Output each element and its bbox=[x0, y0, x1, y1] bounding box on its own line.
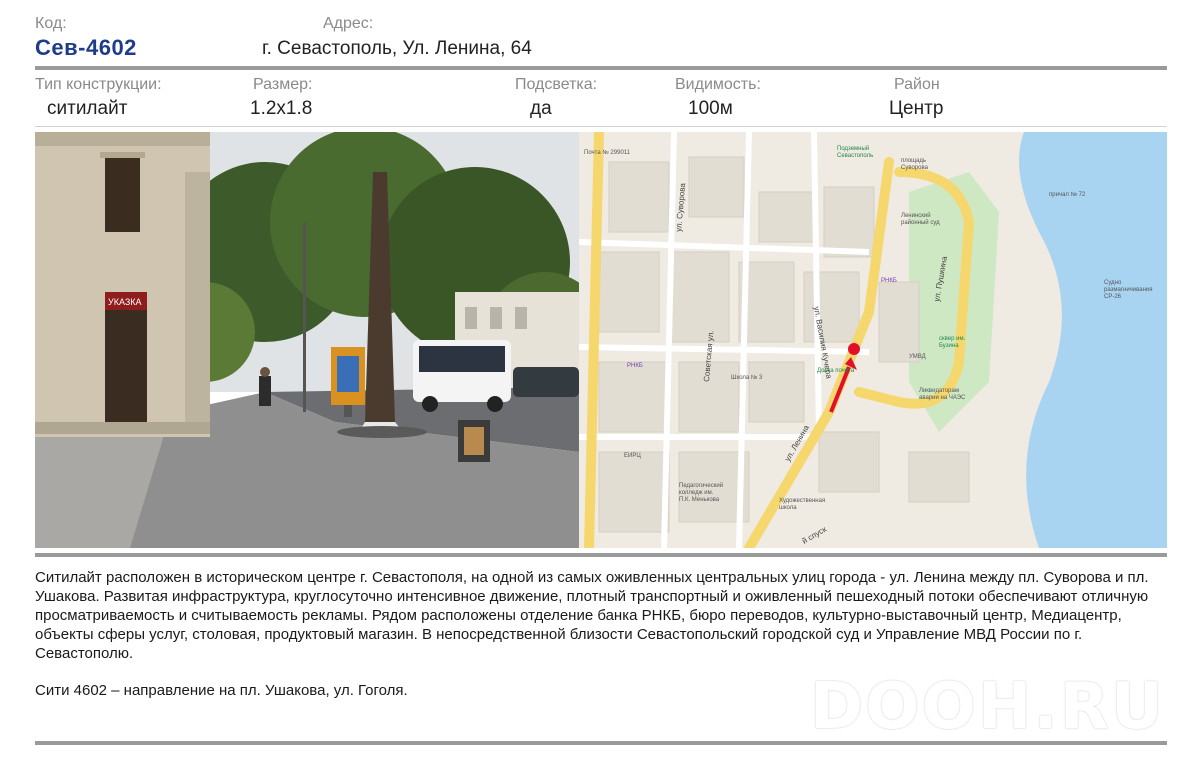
shop-sign-text: УКАЗКА bbox=[108, 297, 142, 307]
spec-value-light: да bbox=[530, 98, 552, 119]
divider-top bbox=[35, 66, 1167, 70]
direction-text: Сити 4602 – направление на пл. Ушакова, … bbox=[35, 682, 408, 699]
address-value: г. Севастополь, Ул. Ленина, 64 bbox=[262, 38, 532, 59]
map-label-rnkb-2: РНКБ bbox=[627, 363, 643, 369]
spec-label-visibility: Видимость: bbox=[675, 76, 761, 93]
spec-value-size: 1.2x1.8 bbox=[250, 98, 313, 119]
code-value: Сев-4602 bbox=[35, 35, 137, 60]
street-photo: УКАЗКА bbox=[35, 132, 579, 548]
map-label-umvd: УМВД bbox=[909, 354, 926, 360]
spec-label-size: Размер: bbox=[253, 76, 313, 93]
spec-label-light: Подсветка: bbox=[515, 76, 598, 93]
location-map: Почта № 299011 Подземный Севастополь площ… bbox=[579, 132, 1167, 548]
code-label: Код: bbox=[35, 15, 67, 32]
address-label: Адрес: bbox=[323, 15, 374, 32]
map-label-pier: причал № 72 bbox=[1049, 191, 1086, 198]
location-marker-icon bbox=[848, 343, 860, 355]
spec-value-type: ситилайт bbox=[47, 98, 128, 119]
map-label-pochta: Почта № 299011 bbox=[584, 149, 631, 156]
map-label-rnkb-1: РНКБ bbox=[881, 278, 897, 284]
map-label-eirc: ЕИРЦ bbox=[624, 453, 641, 459]
map-label-liquidators: Ликвидаторам аварии на ЧАЭС bbox=[919, 388, 966, 401]
divider-specs bbox=[35, 126, 1167, 127]
divider-bottom bbox=[35, 741, 1167, 745]
spec-label-district: Район bbox=[894, 76, 940, 93]
spec-label-type: Тип конструкции: bbox=[35, 76, 162, 93]
spec-value-visibility: 100м bbox=[688, 98, 733, 119]
description-text: Ситилайт расположен в историческом центр… bbox=[35, 569, 1149, 662]
divider-middle bbox=[35, 553, 1167, 557]
watermark-logo: DOOH.RU bbox=[809, 670, 1165, 744]
map-label-doska: Доска почёта bbox=[817, 368, 855, 374]
map-label-square: площадь Суворова bbox=[901, 158, 929, 171]
spec-value-district: Центр bbox=[889, 98, 944, 119]
map-label-school: Школа № 3 bbox=[731, 374, 763, 381]
